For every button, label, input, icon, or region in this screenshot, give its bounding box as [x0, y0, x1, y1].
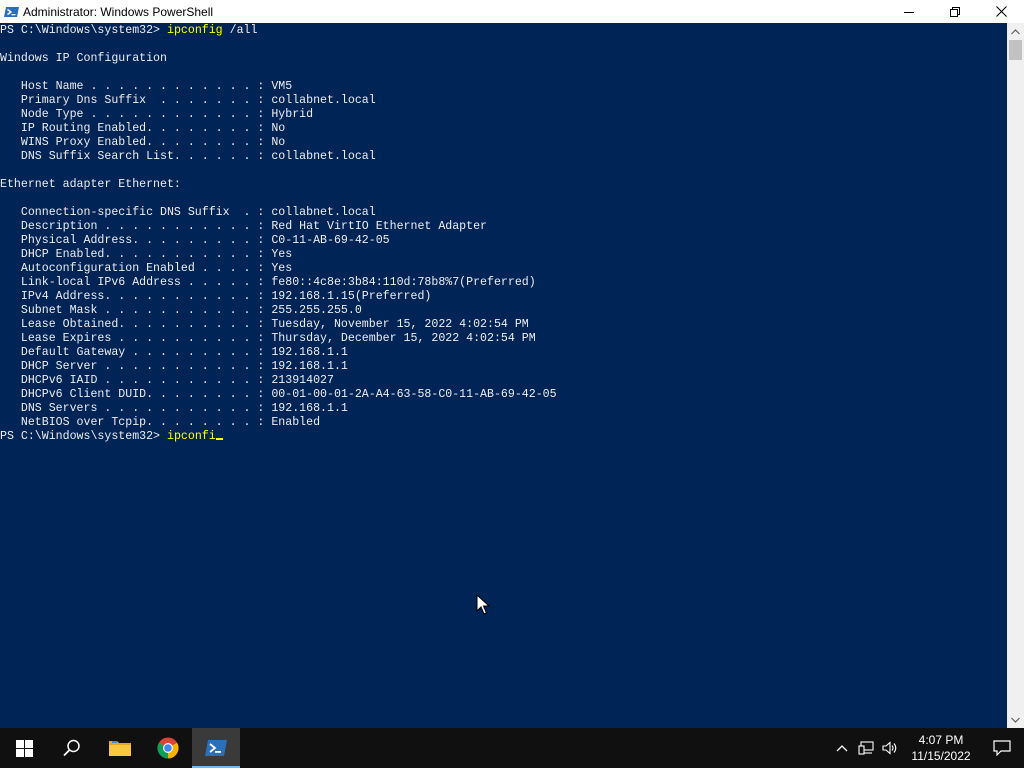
chrome-icon [157, 737, 179, 759]
console-line: DNS Servers . . . . . . . . . . . : 192.… [0, 402, 348, 415]
console-line: DHCPv6 Client DUID. . . . . . . . : 00-0… [0, 388, 557, 401]
chevron-up-icon [836, 745, 848, 752]
clock-time: 4:07 PM [918, 733, 964, 747]
minimize-button[interactable] [886, 0, 932, 23]
close-icon [995, 6, 1007, 17]
chevron-up-icon [1011, 28, 1020, 34]
console-line: Physical Address. . . . . . . . . : C0-1… [0, 234, 390, 247]
scroll-down-button[interactable] [1007, 711, 1024, 728]
console-area[interactable]: PS C:\Windows\system32> ipconfig /all Win… [0, 23, 1007, 728]
speaker-icon [882, 741, 897, 755]
powershell-icon [4, 4, 20, 20]
console-line: IP Routing Enabled. . . . . . . . : No [0, 122, 286, 135]
prompt-text: PS C:\Windows\system32> [0, 24, 167, 37]
mouse-pointer-icon [476, 594, 490, 615]
prompt-text: PS C:\Windows\system32> [0, 430, 167, 443]
volume-button[interactable] [878, 728, 902, 768]
text-cursor [215, 438, 223, 440]
scroll-up-button[interactable] [1007, 23, 1024, 40]
clock-date: 11/15/2022 [911, 749, 971, 763]
console-line: Default Gateway . . . . . . . . . : 192.… [0, 346, 348, 359]
console-line: WINS Proxy Enabled. . . . . . . . : No [0, 136, 286, 149]
console-line: Link-local IPv6 Address . . . . . : fe80… [0, 276, 536, 289]
console-line: DNS Suffix Search List. . . . . . : coll… [0, 150, 376, 163]
show-hidden-icons-button[interactable] [830, 728, 854, 768]
windows-logo-icon [15, 739, 33, 757]
console-line: Windows IP Configuration [0, 52, 167, 65]
console-line: Description . . . . . . . . . . . : Red … [0, 220, 488, 233]
system-tray: 4:07 PM 11/15/2022 [830, 728, 1024, 768]
console-line: DHCP Server . . . . . . . . . . . : 192.… [0, 360, 348, 373]
vertical-scrollbar[interactable] [1007, 23, 1024, 728]
search-button[interactable] [48, 728, 96, 768]
chevron-down-icon [1011, 717, 1020, 723]
chrome-button[interactable] [144, 728, 192, 768]
console-line: Ethernet adapter Ethernet: [0, 178, 181, 191]
console-output: PS C:\Windows\system32> ipconfig /all Win… [0, 24, 557, 444]
start-button[interactable] [0, 728, 48, 768]
console-line: Lease Expires . . . . . . . . . . : Thur… [0, 332, 536, 345]
clock[interactable]: 4:07 PM 11/15/2022 [902, 728, 980, 768]
action-center-button[interactable] [980, 728, 1024, 768]
title-bar[interactable]: Administrator: Windows PowerShell [0, 0, 1024, 23]
file-explorer-button[interactable] [96, 728, 144, 768]
console-line: Subnet Mask . . . . . . . . . . . : 255.… [0, 304, 362, 317]
network-icon [858, 741, 874, 755]
command-input-line[interactable]: PS C:\Windows\system32> ipconfi [0, 430, 557, 444]
minimize-icon [904, 11, 914, 13]
folder-icon [109, 741, 131, 756]
powershell-icon [205, 740, 227, 756]
restore-button[interactable] [932, 0, 978, 23]
console-line: DHCPv6 IAID . . . . . . . . . . . : 2139… [0, 374, 334, 387]
taskbar: 4:07 PM 11/15/2022 [0, 728, 1024, 768]
restore-icon [950, 6, 960, 17]
notification-icon [993, 740, 1011, 756]
console-line: Host Name . . . . . . . . . . . . : VM5 [0, 80, 293, 93]
console-line: DHCP Enabled. . . . . . . . . . . : Yes [0, 248, 293, 261]
console-line: NetBIOS over Tcpip. . . . . . . . : Enab… [0, 416, 321, 429]
console-line: Node Type . . . . . . . . . . . . : Hybr… [0, 108, 314, 121]
command-args: /all [222, 24, 258, 37]
command-text: ipconfig [166, 24, 223, 37]
console-line: Autoconfiguration Enabled . . . . : Yes [0, 262, 293, 275]
command-text: ipconfi [166, 430, 216, 443]
network-button[interactable] [854, 728, 878, 768]
console-line: Lease Obtained. . . . . . . . . . : Tues… [0, 318, 529, 331]
console-line: IPv4 Address. . . . . . . . . . . : 192.… [0, 290, 432, 303]
console-line: Connection-specific DNS Suffix . : colla… [0, 206, 376, 219]
scrollbar-thumb[interactable] [1009, 40, 1022, 60]
console-line: Primary Dns Suffix . . . . . . . : colla… [0, 94, 376, 107]
search-icon [63, 739, 80, 757]
powershell-button[interactable] [192, 728, 240, 768]
prompt-line: PS C:\Windows\system32> ipconfig /all [0, 24, 557, 38]
close-button[interactable] [978, 0, 1024, 23]
window-title: Administrator: Windows PowerShell [23, 4, 214, 19]
